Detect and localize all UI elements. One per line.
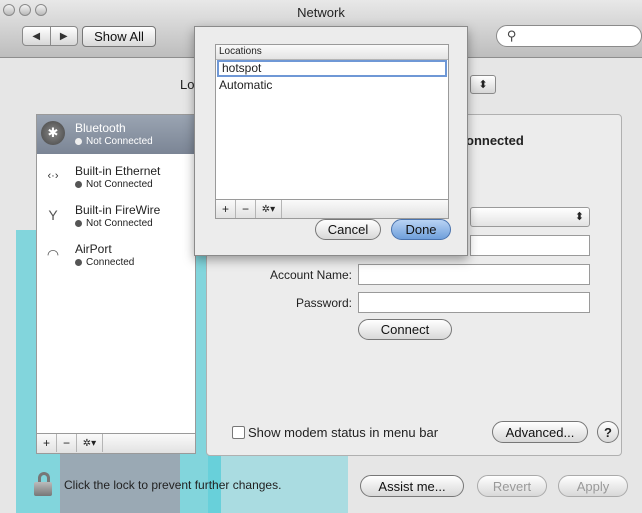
service-status: Not Connected bbox=[75, 179, 153, 190]
service-list[interactable]: ✱ Bluetooth Not Connected ‹·› Built-in E… bbox=[36, 114, 196, 434]
location-label: Lo bbox=[180, 77, 195, 92]
gear-icon[interactable]: ✲▾ bbox=[256, 200, 282, 218]
service-name: Built-in FireWire bbox=[75, 203, 161, 217]
assist-me-button[interactable]: Assist me... bbox=[360, 475, 464, 497]
location-popup-arrows[interactable]: ⬍ bbox=[470, 75, 496, 94]
service-name: Bluetooth bbox=[75, 121, 126, 135]
locations-toolbar: + − ✲▾ bbox=[215, 200, 449, 219]
search-icon: ⚲ bbox=[507, 28, 517, 43]
service-item-firewire[interactable]: Y Built-in FireWire Not Connected bbox=[37, 197, 195, 236]
ethernet-icon: ‹·› bbox=[47, 170, 59, 182]
remove-location-button[interactable]: − bbox=[236, 200, 256, 218]
location-item[interactable]: Automatic bbox=[216, 77, 448, 94]
show-modem-label: Show modem status in menu bar bbox=[248, 425, 439, 440]
show-all-button[interactable]: Show All bbox=[82, 26, 156, 47]
password-label: Password: bbox=[295, 296, 352, 310]
service-item-bluetooth[interactable]: ✱ Bluetooth Not Connected bbox=[37, 115, 195, 154]
lock-icon[interactable] bbox=[34, 472, 54, 498]
service-status-text: Not Connected bbox=[86, 218, 153, 229]
service-status: Not Connected bbox=[75, 136, 153, 147]
search-field[interactable]: ⚲ bbox=[496, 25, 642, 47]
telephone-number-field[interactable] bbox=[470, 235, 590, 256]
cancel-button[interactable]: Cancel bbox=[315, 219, 381, 240]
account-name-field[interactable] bbox=[358, 264, 590, 285]
remove-service-button[interactable]: − bbox=[57, 434, 77, 452]
configuration-popup[interactable]: ⬍ bbox=[470, 207, 590, 227]
popup-arrows-icon: ⬍ bbox=[574, 211, 584, 223]
bluetooth-icon: ✱ bbox=[41, 121, 65, 145]
locations-header: Locations bbox=[216, 45, 448, 60]
account-name-label: Account Name: bbox=[269, 268, 352, 282]
service-list-toolbar: + − ✲▾ bbox=[36, 434, 196, 454]
apply-button[interactable]: Apply bbox=[558, 475, 628, 497]
revert-button[interactable]: Revert bbox=[477, 475, 547, 497]
show-modem-checkbox[interactable] bbox=[232, 426, 245, 439]
locations-sheet: Locations hotspot Automatic + − ✲▾ Cance… bbox=[194, 26, 468, 256]
firewire-icon: Y bbox=[48, 207, 58, 223]
service-status-text: Not Connected bbox=[86, 179, 153, 190]
airport-icon: ◠ bbox=[46, 245, 60, 262]
status-text: onnected bbox=[466, 133, 524, 148]
service-status-text: Not Connected bbox=[86, 136, 153, 147]
location-item-editing[interactable]: hotspot bbox=[217, 60, 447, 77]
back-icon[interactable]: ◀ bbox=[23, 27, 51, 45]
window-title: Network bbox=[297, 5, 345, 20]
gear-icon[interactable]: ✲▾ bbox=[77, 434, 103, 452]
service-item-airport[interactable]: ◠ AirPort Connected bbox=[37, 236, 195, 275]
service-status: Not Connected bbox=[75, 218, 153, 229]
password-field[interactable] bbox=[358, 292, 590, 313]
connect-button[interactable]: Connect bbox=[358, 319, 452, 340]
service-item-ethernet[interactable]: ‹·› Built-in Ethernet Not Connected bbox=[37, 158, 195, 197]
add-location-button[interactable]: + bbox=[216, 200, 236, 218]
done-button[interactable]: Done bbox=[391, 219, 451, 240]
help-button[interactable]: ? bbox=[597, 421, 619, 443]
forward-icon[interactable]: ▶ bbox=[51, 27, 78, 45]
locations-list[interactable]: Locations hotspot Automatic bbox=[215, 44, 449, 200]
service-name: AirPort bbox=[75, 242, 112, 256]
service-status-text: Connected bbox=[86, 257, 135, 268]
add-service-button[interactable]: + bbox=[37, 434, 57, 452]
lock-text: Click the lock to prevent further change… bbox=[64, 478, 282, 492]
popup-arrows-icon: ⬍ bbox=[478, 79, 488, 91]
service-name: Built-in Ethernet bbox=[75, 164, 161, 178]
advanced-button[interactable]: Advanced... bbox=[492, 421, 588, 443]
back-forward-control[interactable]: ◀ ▶ bbox=[22, 26, 78, 46]
service-status: Connected bbox=[75, 257, 134, 268]
